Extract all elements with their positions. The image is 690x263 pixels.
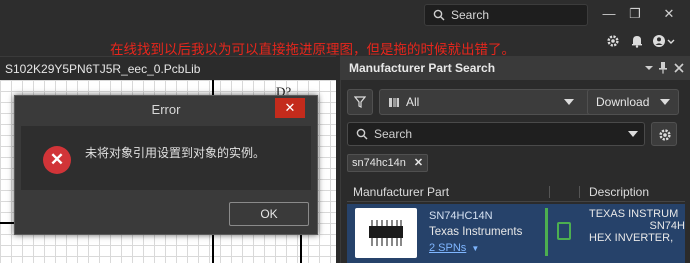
- error-icon: ✕: [43, 146, 71, 174]
- panel-title: Manufacturer Part Search: [349, 61, 496, 75]
- column-divider: [549, 186, 550, 198]
- pin-icon[interactable]: [657, 60, 669, 76]
- error-message: 未将对象引用设置到对象的实例。: [85, 146, 266, 160]
- description-line-1: TEXAS INSTRUM: [589, 208, 679, 220]
- download-label: Download: [596, 95, 650, 109]
- user-annotation: 在线找到以后我以为可以直接拖进原理图，但是拖的时候就出错了。: [110, 42, 515, 57]
- spns-count: 2 SPNs: [429, 242, 467, 254]
- search-term-text: sn74hc14n: [352, 157, 406, 169]
- restore-button[interactable]: ❐: [624, 4, 646, 24]
- ok-button[interactable]: OK: [229, 202, 309, 226]
- search-settings-button[interactable]: [651, 122, 677, 146]
- download-button[interactable]: Download: [587, 89, 679, 115]
- panel-menu-icon[interactable]: [643, 60, 655, 76]
- chevron-down-icon: [564, 99, 574, 105]
- dialog-body: ✕ 未将对象引用设置到对象的实例。: [21, 126, 311, 190]
- component-chip-icon: [557, 222, 571, 240]
- app-window: Search — ❐ ✕ 在线找到以后我以为可以直接拖进原理图，但是拖的时候就出…: [0, 0, 690, 263]
- component-category-icon: [389, 98, 399, 107]
- part-search-input[interactable]: Search: [347, 122, 645, 146]
- stock-indicator: [545, 208, 548, 256]
- dialog-title: Error: [151, 102, 181, 117]
- search-term-chip: sn74hc14n ✕: [347, 154, 429, 172]
- document-tab[interactable]: S102K29Y5PN6TJ5R_eec_0.PcbLib: [0, 56, 336, 80]
- title-bar: Search — ❐ ✕: [0, 0, 690, 30]
- search-icon: [356, 128, 368, 140]
- spns-chevron-icon: ▼: [471, 244, 480, 253]
- category-select-value: All: [406, 95, 420, 109]
- close-panel-icon[interactable]: [673, 60, 685, 76]
- column-divider: [579, 186, 580, 198]
- part-search-placeholder: Search: [374, 127, 413, 141]
- column-header-manufacturer-part[interactable]: Manufacturer Part: [353, 182, 449, 202]
- global-search-input[interactable]: Search: [424, 4, 588, 26]
- minimize-button[interactable]: —: [598, 4, 620, 24]
- filter-button[interactable]: [347, 89, 373, 115]
- gear-icon: [659, 129, 671, 141]
- error-dialog: Error ✕ ✕ 未将对象引用设置到对象的实例。 OK: [14, 95, 318, 235]
- dip-package-icon: [369, 220, 403, 246]
- part-thumbnail: [355, 208, 417, 258]
- bell-icon[interactable]: [630, 33, 644, 49]
- gear-icon[interactable]: [606, 33, 620, 49]
- spns-dropdown[interactable]: 2 SPNs ▼: [429, 242, 479, 254]
- global-search-placeholder: Search: [451, 8, 490, 22]
- panel-header: Manufacturer Part Search: [341, 56, 690, 80]
- manufacturer-name: Texas Instruments: [429, 226, 523, 238]
- result-row[interactable]: SN74HC14N Texas Instruments 2 SPNs ▼ TEX…: [347, 204, 685, 263]
- results-grid-header: Manufacturer Part Description: [347, 182, 685, 202]
- close-window-button[interactable]: ✕: [658, 4, 680, 24]
- download-dropdown-icon[interactable]: [660, 99, 670, 105]
- description-line-2: SN74H: [649, 220, 685, 232]
- dialog-close-button[interactable]: ✕: [275, 98, 305, 118]
- part-number[interactable]: SN74HC14N: [429, 210, 493, 222]
- manufacturer-part-search-panel: Manufacturer Part Search All Download Se…: [340, 56, 690, 263]
- funnel-icon: [354, 96, 366, 108]
- category-select[interactable]: All: [379, 89, 609, 115]
- search-history-chevron-icon[interactable]: [628, 131, 638, 137]
- user-account-icon[interactable]: [652, 33, 676, 49]
- remove-chip-icon[interactable]: ✕: [414, 157, 423, 169]
- column-header-description[interactable]: Description: [589, 182, 649, 202]
- description-line-3: HEX INVERTER,: [589, 232, 674, 244]
- search-icon: [433, 9, 445, 21]
